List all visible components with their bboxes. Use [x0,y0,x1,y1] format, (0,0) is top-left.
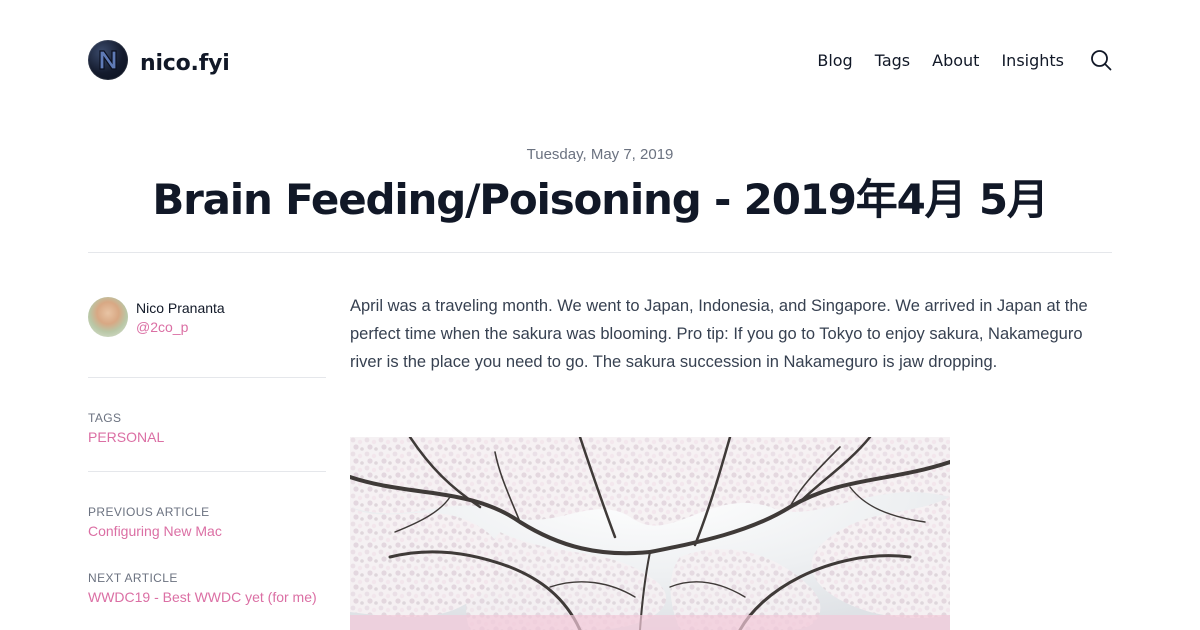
author-block: Nico Prananta @2co_p [88,297,326,337]
nav-tags[interactable]: Tags [875,51,910,70]
author-info: Nico Prananta @2co_p [136,297,225,335]
sidebar-divider [88,471,326,472]
avatar [88,297,128,337]
previous-article-link[interactable]: Configuring New Mac [88,523,326,539]
article-title: Brain Feeding/Poisoning - 2019年4月 5月 [152,175,1049,224]
article-content: April was a traveling month. We went to … [350,292,1102,376]
site-header: nico.fyi Blog Tags About Insights [88,40,1112,80]
sakura-photo [350,437,950,630]
next-article-link[interactable]: WWDC19 - Best WWDC yet (for me) [88,589,326,605]
author-handle-link[interactable]: @2co_p [136,319,225,335]
sakura-illustration [350,437,950,630]
author-name: Nico Prananta [136,300,225,316]
sidebar-divider [88,377,326,378]
main-nav: Blog Tags About Insights [817,49,1112,71]
previous-article-section: PREVIOUS ARTICLE Configuring New Mac [88,505,326,539]
previous-article-label: PREVIOUS ARTICLE [88,505,210,519]
search-icon [1091,50,1112,71]
site-name: nico.fyi [140,50,230,76]
brand-link[interactable]: nico.fyi [88,40,230,80]
nav-blog[interactable]: Blog [817,51,852,70]
article-paragraph: April was a traveling month. We went to … [350,297,1088,371]
next-article-section: NEXT ARTICLE WWDC19 - Best WWDC yet (for… [88,571,326,605]
search-button[interactable] [1090,49,1112,71]
article-sidebar: Nico Prananta @2co_p TAGS PERSONAL PREVI… [88,297,326,605]
logo-n-glyph [99,50,117,70]
header-divider [88,252,1112,253]
page: nico.fyi Blog Tags About Insights Tuesda… [0,0,1200,630]
nav-about[interactable]: About [932,51,979,70]
tag-link-personal[interactable]: PERSONAL [88,429,326,445]
article-date: Tuesday, May 7, 2019 [526,146,674,163]
next-article-label: NEXT ARTICLE [88,571,178,585]
nav-insights[interactable]: Insights [1001,51,1064,70]
tags-section: TAGS PERSONAL [88,411,326,445]
logo-icon [88,40,128,80]
tags-label: TAGS [88,411,122,425]
